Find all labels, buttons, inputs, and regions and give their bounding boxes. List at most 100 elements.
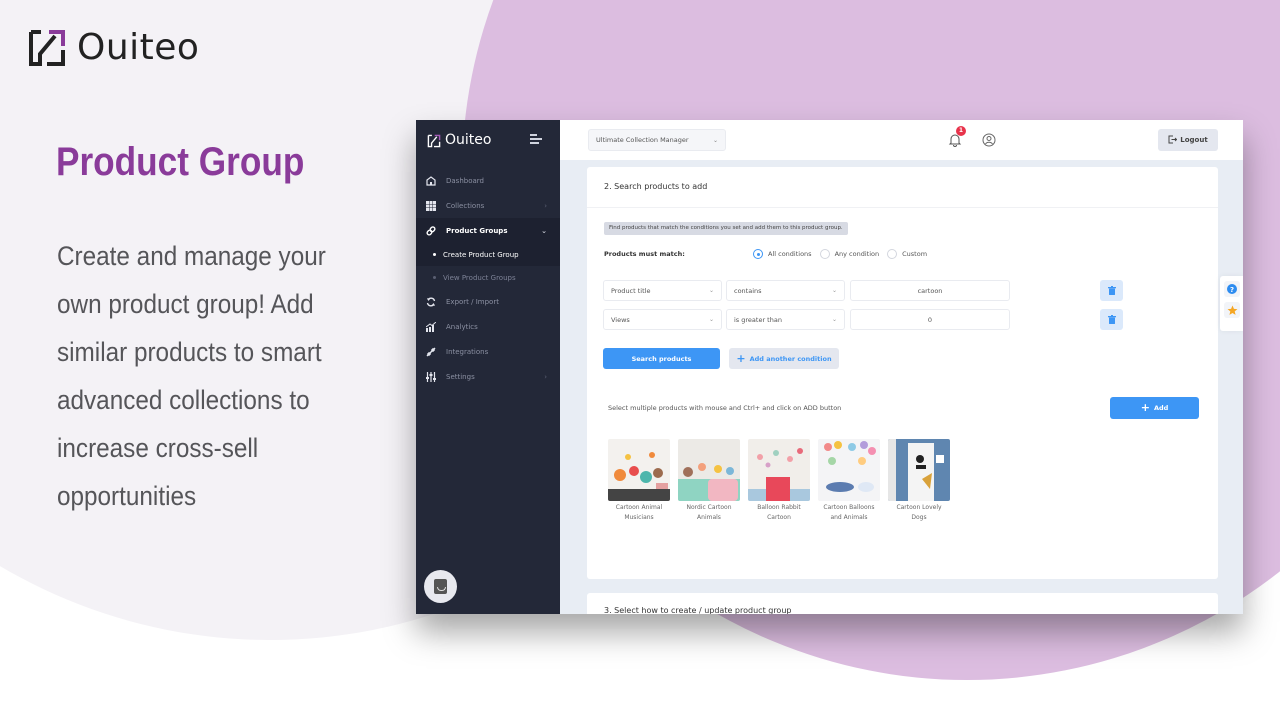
search-products-label: Search products	[631, 354, 692, 363]
sidebar-item-export-import[interactable]: Export / Import	[416, 289, 560, 314]
sidebar-nav: Dashboard Collections › Product Groups ⌄…	[416, 168, 560, 389]
link-icon	[426, 225, 436, 236]
sync-icon	[426, 297, 436, 307]
add-condition-label: Add another condition	[749, 354, 832, 363]
product-name: Cartoon Lovely Dogs	[896, 504, 942, 521]
radio-circle	[753, 249, 763, 259]
product-card[interactable]: Cartoon Animal Musicians	[608, 439, 670, 523]
section-title: 3. Select how to create / update product…	[604, 606, 792, 614]
sidebar-item-label: Collections	[446, 201, 485, 210]
user-avatar-icon[interactable]	[982, 132, 996, 147]
app-selector-dropdown[interactable]: Ultimate Collection Manager ⌄	[588, 129, 726, 151]
plug-icon	[426, 347, 436, 357]
add-condition-button[interactable]: + Add another condition	[729, 348, 839, 369]
side-widget: ?	[1220, 276, 1243, 331]
divider	[587, 207, 1218, 208]
plus-icon: +	[736, 351, 746, 365]
chevron-down-icon: ⌄	[831, 316, 837, 323]
sidebar-subitem-label: View Product Groups	[443, 273, 516, 282]
svg-text:?: ?	[1230, 286, 1234, 294]
chevron-right-icon: ›	[544, 372, 547, 381]
radio-any-condition[interactable]: Any condition	[819, 249, 879, 259]
condition-field-select[interactable]: Views ⌄	[603, 309, 722, 330]
sidebar-item-settings[interactable]: Settings ›	[416, 364, 560, 389]
chat-icon	[434, 579, 447, 594]
sidebar-item-dashboard[interactable]: Dashboard	[416, 168, 560, 193]
product-card[interactable]: Cartoon Lovely Dogs	[888, 439, 950, 523]
sidebar-item-label: Dashboard	[446, 176, 484, 185]
condition-operator-value: is greater than	[734, 315, 782, 324]
radio-circle	[887, 249, 898, 259]
radio-label: All conditions	[768, 250, 812, 258]
sidebar-subitem-view-product-groups[interactable]: View Product Groups	[416, 266, 560, 289]
search-products-button[interactable]: Search products	[603, 348, 720, 369]
sidebar: Ouiteo Dashboard Collections › Product G…	[416, 120, 560, 614]
chevron-down-icon: ⌄	[541, 226, 547, 235]
chat-launcher-button[interactable]	[424, 570, 457, 603]
chevron-down-icon: ⌄	[831, 287, 837, 294]
sidebar-logo-icon	[427, 133, 441, 148]
sidebar-item-label: Product Groups	[446, 226, 508, 235]
condition-value-input[interactable]	[850, 309, 1010, 330]
bullet-icon	[433, 253, 436, 256]
notification-badge: 1	[956, 126, 966, 136]
sidebar-item-integrations[interactable]: Integrations	[416, 339, 560, 364]
radio-label: Custom	[902, 250, 928, 258]
chevron-right-icon: ›	[544, 201, 547, 210]
brand-name: Ouiteo	[77, 27, 200, 68]
chevron-down-icon: ⌄	[712, 136, 718, 144]
sidebar-item-label: Export / Import	[446, 297, 499, 306]
trash-icon	[1107, 315, 1116, 324]
sidebar-item-analytics[interactable]: Analytics	[416, 314, 560, 339]
product-image	[608, 439, 670, 501]
sidebar-item-collections[interactable]: Collections ›	[416, 193, 560, 218]
logout-icon	[1168, 135, 1178, 146]
delete-condition-button[interactable]	[1100, 280, 1123, 301]
sidebar-item-label: Settings	[446, 372, 475, 381]
product-name: Balloon Rabbit Cartoon	[757, 504, 801, 521]
logo-icon	[27, 28, 67, 68]
add-products-label: Add	[1153, 404, 1169, 412]
grid-icon	[426, 200, 436, 211]
select-hint: Select multiple products with mouse and …	[608, 404, 842, 412]
help-icon: ?	[1227, 284, 1237, 294]
search-products-card: 2. Search products to add Find products …	[587, 167, 1218, 579]
condition-value-input[interactable]	[850, 280, 1010, 301]
condition-field-select[interactable]: Product title ⌄	[603, 280, 722, 301]
radio-custom[interactable]: Custom	[887, 249, 927, 259]
match-radio-group: All conditions Any condition Custom	[753, 249, 935, 259]
app-window: Ouiteo Dashboard Collections › Product G…	[416, 120, 1243, 614]
sidebar-brand-name: Ouiteo	[445, 132, 492, 148]
sidebar-subitem-create-product-group[interactable]: Create Product Group	[416, 243, 560, 266]
match-label: Products must match:	[604, 250, 685, 258]
product-name: Nordic Cartoon Animals	[686, 504, 732, 521]
radio-circle	[819, 249, 830, 259]
product-card[interactable]: Balloon Rabbit Cartoon	[748, 439, 810, 523]
condition-operator-select[interactable]: contains ⌄	[726, 280, 845, 301]
radio-all-conditions[interactable]: All conditions	[753, 249, 812, 259]
condition-operator-value: contains	[734, 286, 762, 295]
product-card[interactable]: Cartoon Balloons and Animals	[818, 439, 880, 523]
delete-condition-button[interactable]	[1100, 309, 1123, 330]
create-update-card: 3. Select how to create / update product…	[587, 593, 1218, 614]
product-image	[888, 439, 950, 501]
product-name: Cartoon Balloons and Animals	[823, 504, 875, 521]
condition-operator-select[interactable]: is greater than ⌄	[726, 309, 845, 330]
bullet-icon	[433, 276, 436, 279]
hero-title: Product Group	[56, 140, 305, 184]
product-results: Cartoon Animal Musicians Nordic Cartoon …	[608, 439, 958, 523]
sidebar-subitem-label: Create Product Group	[443, 250, 519, 259]
section-title: 2. Search products to add	[604, 182, 708, 191]
logout-button[interactable]: Logout	[1158, 129, 1218, 151]
home-icon	[426, 175, 436, 186]
product-card[interactable]: Nordic Cartoon Animals	[678, 439, 740, 523]
condition-field-value: Product title	[611, 286, 651, 295]
help-button[interactable]: ?	[1224, 281, 1240, 297]
hero-description: Create and manage your own product group…	[57, 241, 326, 511]
add-products-button[interactable]: + Add	[1110, 397, 1199, 419]
menu-toggle-icon[interactable]	[530, 134, 542, 144]
info-message: Find products that match the conditions …	[604, 222, 848, 235]
favorite-button[interactable]	[1224, 302, 1240, 318]
sidebar-item-product-groups[interactable]: Product Groups ⌄	[416, 218, 560, 243]
product-name: Cartoon Animal Musicians	[615, 504, 663, 521]
